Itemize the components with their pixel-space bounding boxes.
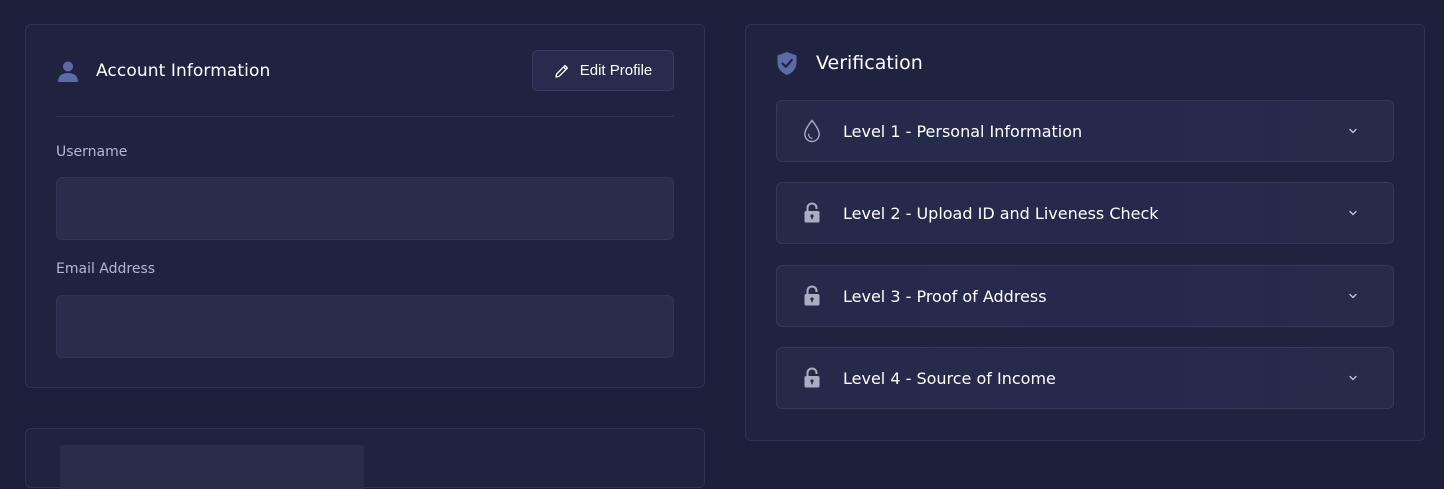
email-label: Email Address bbox=[56, 261, 156, 277]
edit-profile-label: Edit Profile bbox=[579, 62, 653, 79]
verification-level-2[interactable]: Level 2 - Upload ID and Liveness Check bbox=[776, 182, 1394, 244]
lower-card bbox=[25, 428, 705, 489]
account-title: Account Information bbox=[96, 61, 271, 81]
chevron-down-icon bbox=[1347, 125, 1359, 137]
verification-title: Verification bbox=[816, 52, 923, 74]
level-1-label: Level 1 - Personal Information bbox=[843, 121, 1083, 141]
verification-level-1[interactable]: Level 1 - Personal Information bbox=[776, 100, 1394, 162]
verification-level-4[interactable]: Level 4 - Source of Income bbox=[776, 347, 1394, 409]
edit-profile-button[interactable]: Edit Profile bbox=[532, 50, 674, 91]
level-4-label: Level 4 - Source of Income bbox=[843, 368, 1056, 388]
email-input[interactable] bbox=[56, 295, 674, 358]
shield-check-icon bbox=[776, 50, 800, 76]
username-input[interactable] bbox=[56, 177, 674, 240]
account-information-card: Account Information Edit Profile Usernam… bbox=[25, 24, 705, 388]
chevron-down-icon bbox=[1347, 207, 1359, 219]
verification-card: Verification Level 1 - Personal Informat… bbox=[745, 24, 1425, 441]
level-3-label: Level 3 - Proof of Address bbox=[843, 286, 1047, 306]
lock-icon bbox=[801, 283, 823, 309]
lower-card-placeholder-block bbox=[60, 445, 364, 489]
verification-level-3[interactable]: Level 3 - Proof of Address bbox=[776, 265, 1394, 327]
account-header: Account Information Edit Profile bbox=[56, 50, 674, 91]
level-2-label: Level 2 - Upload ID and Liveness Check bbox=[843, 203, 1159, 223]
lock-icon bbox=[801, 365, 823, 391]
chevron-down-icon bbox=[1347, 290, 1359, 302]
droplet-icon bbox=[801, 118, 823, 144]
username-label: Username bbox=[56, 144, 128, 160]
header-divider bbox=[56, 116, 674, 117]
user-icon bbox=[56, 58, 82, 84]
lock-icon bbox=[801, 200, 823, 226]
pencil-icon bbox=[554, 63, 570, 79]
chevron-down-icon bbox=[1347, 372, 1359, 384]
verification-header: Verification bbox=[776, 49, 923, 77]
